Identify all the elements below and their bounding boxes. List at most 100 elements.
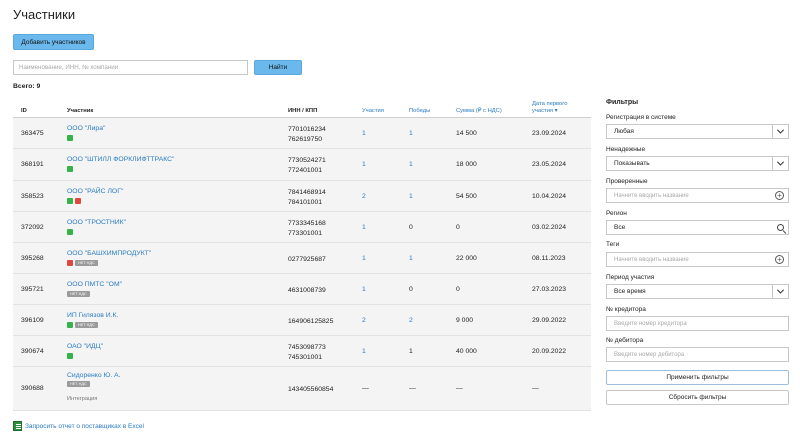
wins-count[interactable]: 1 [409, 255, 413, 262]
inn-kpp: 7733345168 773301001 [288, 219, 326, 239]
tags-input[interactable]: Начните вводить название + [606, 252, 789, 267]
sum-value: 0 [456, 224, 460, 231]
participant-link[interactable]: Сидоренко Ю. А. [67, 372, 121, 379]
header-date[interactable]: Дата первого участия ▾ [532, 101, 567, 115]
first-date: 29.09.2022 [532, 317, 567, 324]
participant-link[interactable]: ООО "РАЙС ЛОГ" [67, 188, 123, 195]
verified-badge [67, 353, 73, 359]
inn-kpp: 7730524271 772401001 [288, 156, 326, 176]
participant-link[interactable]: ООО "Лира" [67, 125, 105, 132]
tags-label: Теги [606, 241, 620, 248]
wins-count[interactable]: 1 [409, 130, 413, 137]
participations-count[interactable]: 1 [362, 286, 366, 293]
apply-filters-button[interactable]: Применить фильтры [606, 370, 789, 385]
excel-report-link[interactable]: Запросить отчет о поставщиках в Excel [13, 421, 144, 431]
page-title: Участники [13, 7, 76, 22]
wins-count[interactable]: 1 [409, 193, 413, 200]
chevron-down-icon[interactable] [772, 284, 788, 299]
chevron-down-icon[interactable] [772, 124, 788, 139]
participant-tags [67, 353, 73, 359]
header-sum[interactable]: Сумма (₽ с НДС) [456, 108, 502, 114]
verified-badge [67, 166, 73, 172]
verified-badge [67, 198, 73, 204]
debtor-input[interactable]: Введите номер дебитора [606, 347, 789, 362]
filters-title: Фильтры [606, 99, 639, 106]
wins-count: 0 [409, 224, 413, 231]
participant-link[interactable]: ООО "ШТИЛЛ ФОРКЛИФТТРАКС" [67, 156, 174, 163]
inn-kpp: 0277925687 [288, 255, 326, 265]
row-id: 363475 [21, 130, 44, 137]
wins-count[interactable]: 2 [409, 317, 413, 324]
participant-tags: НЕТ НДС [67, 322, 98, 328]
kpp-value: 773301001 [288, 230, 323, 237]
no-vat-badge: НЕТ НДС [67, 381, 90, 387]
verified-label: Проверенные [606, 178, 648, 185]
inn-value: 164906125825 [288, 318, 334, 325]
table-row: 390674 ОАО "ИДЦ" 7453098773 745301001 1 1 40 0… [13, 336, 591, 367]
header-participations[interactable]: Участия [362, 108, 384, 114]
row-id: 390688 [21, 385, 44, 392]
participations-count[interactable]: 1 [362, 255, 366, 262]
participations-count[interactable]: 2 [362, 193, 366, 200]
sum-value: 22 000 [456, 255, 477, 262]
excel-icon [13, 421, 22, 431]
search-input[interactable] [13, 60, 248, 75]
unreliable-value: Показывать [614, 160, 650, 167]
table-body: 363475 ООО "Лира" 7701016234 762619750 1 1 14 … [13, 118, 591, 411]
participant-link[interactable]: ООО "ТРОСТНИК" [67, 219, 126, 226]
period-select[interactable]: Все время [606, 284, 789, 299]
verified-badge [67, 135, 73, 141]
inn-kpp: 164906125825 [288, 317, 333, 327]
row-id: 358523 [21, 193, 44, 200]
header-wins[interactable]: Победы [409, 108, 430, 114]
kpp-value: 745301001 [288, 354, 323, 361]
participations-count[interactable]: 1 [362, 224, 366, 231]
inn-value: 7730524271 [288, 157, 326, 164]
participations-count[interactable]: 1 [362, 130, 366, 137]
first-date: 03.02.2024 [532, 224, 567, 231]
creditor-placeholder: Введите номер кредитора [614, 320, 687, 327]
participant-link[interactable]: ИП Гилязов И.К. [67, 312, 118, 319]
debtor-label: № дебитора [606, 337, 644, 344]
table-row: 358523 ООО "РАЙС ЛОГ" 7841468914 784101001 2… [13, 181, 591, 212]
participations-count[interactable]: 1 [362, 161, 366, 168]
sum-value: 0 [456, 286, 460, 293]
first-date: 08.11.2023 [532, 255, 566, 262]
wins-count: 1 [409, 348, 413, 355]
reset-filters-button[interactable]: Сбросить фильтры [606, 390, 789, 405]
inn-value: 7453098773 [288, 344, 326, 351]
no-vat-badge: НЕТ НДС [75, 260, 98, 266]
add-circle-icon[interactable]: + [775, 255, 784, 264]
region-input[interactable]: Все [606, 220, 789, 235]
verified-input[interactable]: Начните вводить название + [606, 188, 789, 203]
participations-count[interactable]: 1 [362, 348, 366, 355]
table-row: 372092 ООО "ТРОСТНИК" 7733345168 773301001 1… [13, 212, 591, 243]
participant-link[interactable]: ООО "БАШХИМПРОДУКТ" [67, 250, 151, 257]
participations-count[interactable]: 2 [362, 317, 366, 324]
creditor-input[interactable]: Введите номер кредитора [606, 316, 789, 331]
inn-value: 143405560854 [288, 386, 334, 393]
wins-count[interactable]: 1 [409, 161, 413, 168]
row-id: 395268 [21, 255, 44, 262]
first-date: 23.09.2024 [532, 130, 567, 137]
participant-link[interactable]: ОАО "ИДЦ" [67, 343, 103, 350]
chevron-down-icon[interactable] [772, 156, 788, 171]
table-row: 396109 ИП Гилязов И.К. НЕТ НДС 164906125825… [13, 305, 591, 336]
add-participants-button[interactable]: Добавить участников [13, 34, 94, 50]
unreliable-select[interactable]: Показывать [606, 156, 789, 171]
find-button[interactable]: Найти [254, 60, 302, 75]
row-id: 368191 [21, 161, 44, 168]
registration-label: Регистрация в системе [606, 114, 676, 121]
creditor-label: № кредитора [606, 306, 646, 313]
sum-value: — [456, 385, 463, 392]
participant-link[interactable]: ООО ПМТС "ОМ" [67, 281, 122, 288]
kpp-value: 762619750 [288, 136, 323, 143]
search-icon[interactable] [777, 224, 784, 231]
registration-select[interactable]: Любая [606, 124, 789, 139]
period-value: Все время [614, 288, 646, 295]
header-date-line2: участия ▾ [532, 108, 558, 114]
inn-kpp: 7841468914 784101001 [288, 188, 326, 208]
integration-label: Интеграция [67, 396, 98, 402]
wins-count: 0 [409, 286, 413, 293]
add-circle-icon[interactable]: + [775, 191, 784, 200]
